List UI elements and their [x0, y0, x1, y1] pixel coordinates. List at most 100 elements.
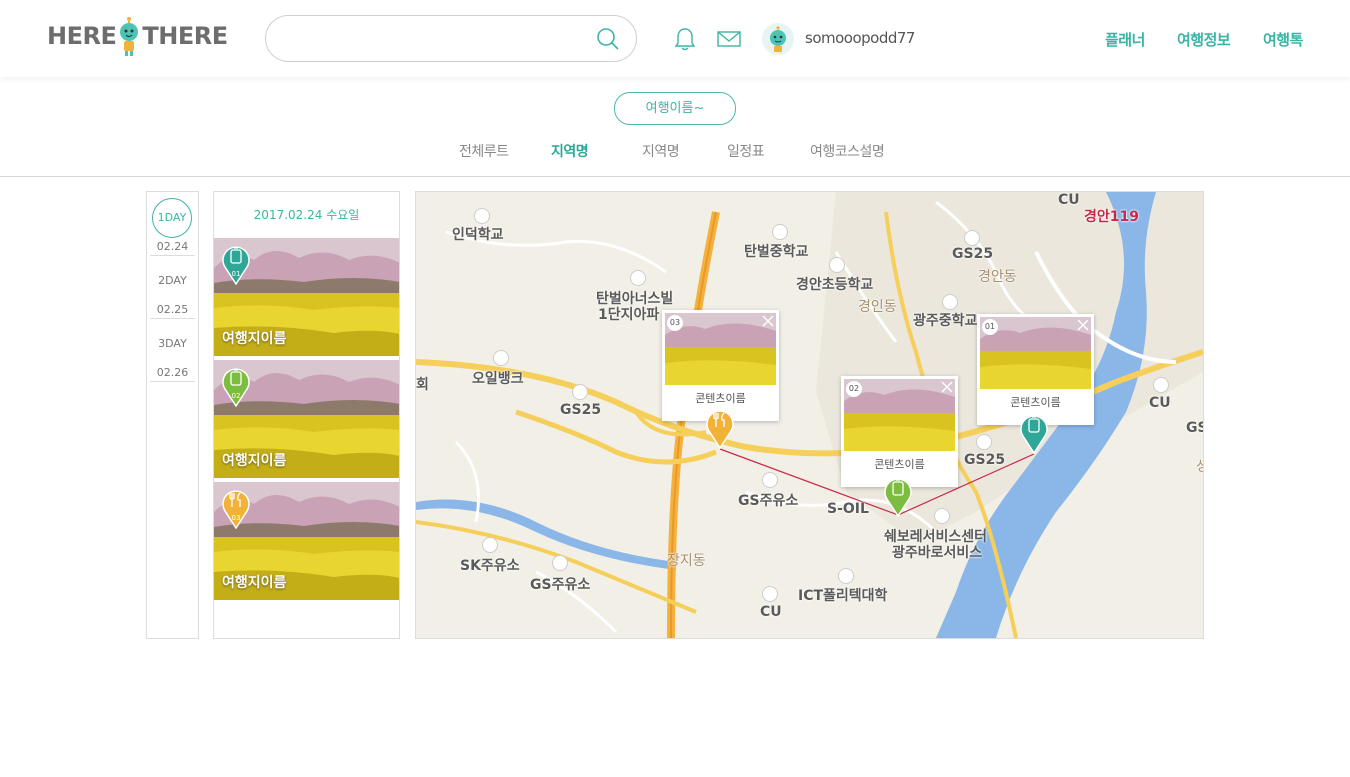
popup-label: 콘텐츠이름 — [874, 458, 925, 471]
logo-text-there: THERE — [142, 22, 228, 50]
place-pin-number: 03 — [232, 514, 241, 522]
place-card[interactable]: 01 여행지이름 — [214, 238, 399, 356]
map-popup[interactable]: 02 콘텐츠이름 — [841, 376, 958, 487]
map-label: GS주유소 — [738, 493, 799, 509]
close-icon[interactable] — [761, 314, 775, 328]
map-label: CU — [760, 604, 782, 620]
luggage-pin-icon[interactable] — [1019, 412, 1049, 454]
map-label: 경인동 — [858, 299, 897, 315]
map-label: 경안초등학교 — [796, 277, 874, 293]
school-icon — [474, 208, 490, 224]
school-icon — [942, 294, 958, 310]
map-label: 오일뱅크 — [472, 371, 524, 387]
popup-number: 03 — [667, 315, 683, 331]
logo[interactable]: HERE THERE — [47, 14, 228, 58]
day-3-button[interactable]: 3DAY — [147, 337, 198, 350]
close-icon[interactable] — [940, 380, 954, 394]
search-input[interactable] — [286, 26, 590, 52]
service-icon — [934, 508, 950, 524]
place-pin-3-icon: 03 — [222, 490, 250, 529]
popup-number: 01 — [982, 319, 998, 335]
tab-full-route[interactable]: 전체루트 — [459, 141, 509, 161]
map-label: 장지동 — [667, 553, 706, 569]
day-selector: 1DAY 02.24 2DAY 02.25 3DAY 02.26 — [146, 191, 199, 639]
search-bar[interactable] — [265, 15, 637, 62]
place-pin-2-icon: 02 — [222, 368, 250, 407]
map-label: SK주유소 — [460, 558, 520, 574]
map-label: 광주중학교 — [913, 313, 978, 329]
map-label: S-OIL — [827, 501, 869, 517]
username[interactable]: somooopodd77 — [805, 29, 915, 47]
day-divider — [150, 255, 195, 256]
map-label: ICT폴리텍대학 — [798, 588, 888, 604]
map-label: 회 — [416, 377, 429, 393]
restaurant-pin-icon[interactable] — [705, 407, 735, 449]
school-icon — [838, 568, 854, 584]
place-title: 여행지이름 — [222, 453, 287, 469]
nav-travel-info[interactable]: 여행정보 — [1177, 29, 1231, 50]
day-2-date: 02.25 — [156, 303, 189, 316]
header: HERE THERE somooopodd77 플래너 여행정보 여행톡 — [0, 0, 1350, 77]
popup-label: 콘텐츠이름 — [695, 392, 746, 405]
popup-number: 02 — [846, 381, 862, 397]
place-title: 여행지이름 — [222, 331, 287, 347]
place-title: 여행지이름 — [222, 575, 287, 591]
school-icon — [829, 257, 845, 273]
day-3-date: 02.26 — [156, 366, 189, 379]
store-icon — [762, 586, 778, 602]
map-popup[interactable]: 01 콘텐츠이름 — [977, 314, 1094, 425]
map-label: GS2 — [1186, 420, 1203, 436]
gas-station-icon — [482, 537, 498, 553]
store-icon — [1153, 377, 1169, 393]
trip-name-badge[interactable]: 여행이름~ — [614, 92, 736, 125]
bell-icon[interactable] — [672, 26, 698, 52]
map-label: 경안119 — [1084, 209, 1139, 225]
divider — [0, 176, 1350, 177]
place-card[interactable]: 03 여행지이름 — [214, 482, 399, 600]
tab-course-description[interactable]: 여행코스설명 — [810, 141, 885, 161]
nav-planner[interactable]: 플래너 — [1105, 29, 1145, 50]
route-map[interactable]: 인덕학교 탄벌중학교 경안초등학교 경인동 GS25 경안동 광주중학교 탄벌아… — [415, 191, 1204, 639]
place-card[interactable]: 02 여행지이름 — [214, 360, 399, 478]
map-label: 광주바로서비스 — [892, 545, 983, 561]
map-label: 1단지아파 — [598, 307, 660, 323]
place-list-date: 2017.02.24 수요일 — [253, 208, 360, 222]
map-label: GS25 — [560, 402, 602, 418]
place-pin-1-icon: 01 — [222, 246, 250, 285]
map-label: CU — [1149, 395, 1171, 411]
map-label: CU — [1058, 192, 1080, 208]
place-pin-number: 02 — [232, 392, 241, 400]
store-icon — [964, 230, 980, 246]
gas-station-icon — [493, 350, 509, 366]
day-2-button[interactable]: 2DAY — [147, 274, 198, 287]
trip-tabs: 전체루트 지역명 지역명 일정표 여행코스설명 — [0, 141, 1350, 163]
map-label: 성 — [1196, 456, 1203, 476]
store-icon — [976, 434, 992, 450]
school-icon — [772, 224, 788, 240]
tab-region-active[interactable]: 지역명 — [551, 141, 589, 161]
map-label: 탄벌중학교 — [744, 244, 809, 260]
nav-travel-talk[interactable]: 여행톡 — [1263, 29, 1303, 50]
mascot-logo-icon — [120, 17, 139, 56]
mail-icon[interactable] — [716, 26, 742, 52]
place-pin-number: 01 — [232, 270, 241, 278]
search-icon[interactable] — [596, 27, 620, 51]
store-icon — [572, 384, 588, 400]
popup-label: 콘텐츠이름 — [1010, 396, 1061, 409]
avatar[interactable] — [762, 23, 794, 55]
close-icon[interactable] — [1076, 318, 1090, 332]
map-popup[interactable]: 03 콘텐츠이름 — [662, 310, 779, 421]
day-divider — [150, 381, 195, 382]
tab-region[interactable]: 지역명 — [642, 141, 680, 161]
map-label: GS25 — [952, 246, 994, 262]
map-label: GS주유소 — [530, 577, 591, 593]
gas-station-icon — [762, 472, 778, 488]
map-label: 경안동 — [978, 269, 1017, 285]
map-label: GS25 — [964, 452, 1006, 468]
logo-text-here: HERE — [47, 22, 117, 50]
day-1-button[interactable]: 1DAY — [152, 198, 192, 238]
tab-schedule[interactable]: 일정표 — [727, 141, 765, 161]
place-list: 2017.02.24 수요일 01 여행지이름 02 여행지이름 03 여행지이… — [213, 191, 400, 639]
day-1-date: 02.24 — [156, 240, 189, 253]
luggage-pin-icon[interactable] — [883, 475, 913, 517]
